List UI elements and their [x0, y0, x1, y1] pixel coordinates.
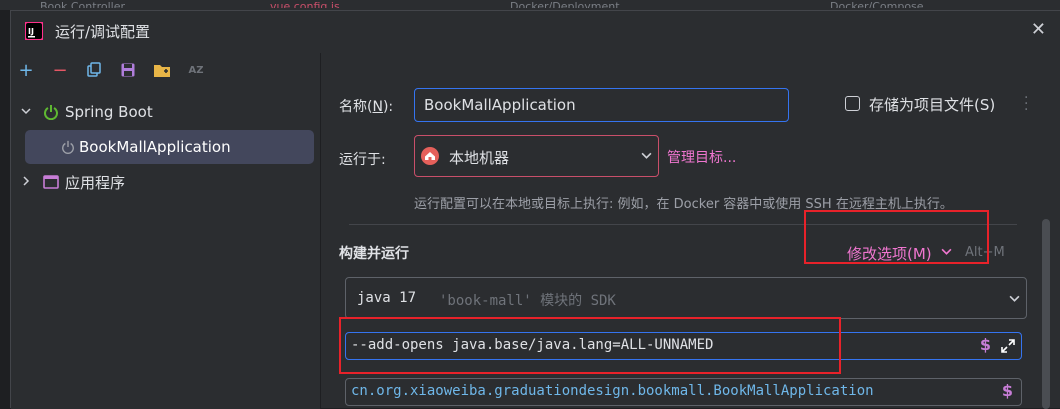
more-vert-icon[interactable]: · · ·: [1024, 91, 1028, 117]
jre-detail: 'book-mall' 模块的 SDK: [439, 293, 616, 309]
tree-item-bookmallapplication[interactable]: BookMallApplication: [25, 130, 314, 164]
home-icon: [421, 147, 439, 165]
store-as-project-file-checkbox[interactable]: [845, 96, 860, 111]
chevron-right-icon[interactable]: [21, 175, 35, 189]
expand-icon[interactable]: [1000, 338, 1016, 354]
background-tab: Docker/Compose: [830, 0, 924, 8]
chevron-down-icon: [641, 150, 652, 161]
app-window-icon: [43, 175, 59, 189]
jre-version: java 17: [357, 290, 417, 306]
manage-targets-link[interactable]: 管理目标...: [667, 147, 736, 167]
folder-add-icon[interactable]: [151, 59, 173, 81]
dollar-icon[interactable]: $: [1002, 381, 1013, 400]
tree-group-application[interactable]: 应用程序: [15, 167, 314, 197]
dollar-icon[interactable]: $: [980, 335, 991, 354]
background-tab: Docker/Deployment: [510, 0, 620, 8]
power-icon: [61, 140, 75, 154]
highlight-box: [804, 210, 989, 264]
chevron-down-icon: [1009, 293, 1020, 304]
main-class-field[interactable]: cn.org.xiaoweiba.graduationdesign.bookma…: [345, 378, 1022, 406]
name-field[interactable]: BookMallApplication: [414, 88, 789, 122]
save-icon[interactable]: [117, 59, 139, 81]
highlight-box: [339, 317, 841, 374]
copy-icon[interactable]: [83, 59, 105, 81]
store-as-project-file-label[interactable]: 存储为项目文件(S): [869, 94, 995, 115]
background-tab: vue.config.js: [270, 0, 340, 8]
svg-text:IJ: IJ: [28, 27, 34, 36]
run-debug-config-dialog: IJ 运行/调试配置 ✕ + − AZ Spring Boot BookMall…: [10, 10, 1060, 409]
background-editor-tabs: Book Controller vue.config.js Docker/Dep…: [0, 0, 1060, 10]
name-label-text: 名称(: [339, 99, 373, 115]
run-on-value: 本地机器: [449, 149, 510, 167]
jre-select[interactable]: java 17 'book-mall' 模块的 SDK: [345, 277, 1027, 319]
tree-group-label: 应用程序: [65, 173, 126, 192]
background-tab: Book Controller: [40, 0, 125, 8]
spring-boot-icon: [43, 104, 59, 120]
run-on-select[interactable]: 本地机器: [414, 135, 659, 177]
tree-item-label: BookMallApplication: [79, 138, 231, 156]
chevron-down-icon[interactable]: [21, 106, 35, 119]
name-label-suffix: ):: [382, 99, 394, 115]
tree-group-label: Spring Boot: [65, 103, 153, 121]
sort-icon[interactable]: AZ: [185, 59, 207, 81]
main-class-value: cn.org.xiaoweiba.graduationdesign.bookma…: [351, 383, 874, 399]
run-on-label: 运行于:: [339, 152, 386, 168]
vertical-scrollbar[interactable]: [1042, 219, 1050, 409]
add-icon[interactable]: +: [15, 59, 37, 81]
close-icon[interactable]: ✕: [1031, 19, 1046, 40]
build-run-section-title: 构建并运行: [339, 246, 409, 262]
background-editor-gutter: [0, 10, 10, 408]
config-editor-panel: 名称(N): BookMallApplication 存储为项目文件(S) · ·…: [321, 53, 1060, 409]
remove-icon[interactable]: −: [49, 59, 71, 81]
dialog-title: 运行/调试配置: [55, 23, 151, 41]
name-label: 名称(N):: [339, 96, 393, 116]
name-label-mnemonic: N: [372, 99, 383, 115]
tree-group-spring-boot[interactable]: Spring Boot: [15, 97, 314, 127]
config-tree-panel: + − AZ Spring Boot BookMallApplication 应…: [11, 53, 321, 409]
dialog-titlebar: IJ 运行/调试配置 ✕: [11, 11, 1060, 53]
app-logo-icon: IJ: [25, 22, 43, 40]
